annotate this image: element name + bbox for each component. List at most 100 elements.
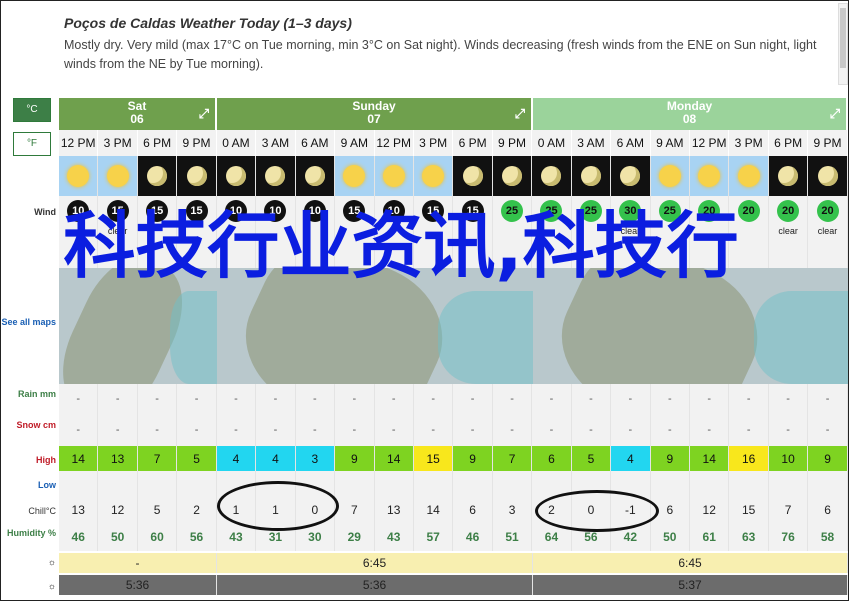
humidity-cell: 57 <box>414 523 454 551</box>
time-cell: 0 AM <box>532 130 572 156</box>
sunrise-time: - <box>59 553 217 573</box>
chill-cell: 2 <box>177 497 217 523</box>
sky-cell <box>808 156 848 196</box>
sky-cell <box>413 156 454 196</box>
cloud-text: clear <box>817 226 838 236</box>
low-temp-cell <box>335 471 375 497</box>
time-cell: 3 PM <box>729 130 769 156</box>
expand-arrows-icon[interactable]: ⤢ <box>515 107 525 120</box>
snow-cell: - <box>256 414 296 446</box>
sky-cell <box>177 156 217 196</box>
rain-cell: - <box>335 384 375 414</box>
rain-cell: - <box>256 384 296 414</box>
chill-cell: 7 <box>769 497 809 523</box>
moon-icon <box>580 166 601 186</box>
sky-cell <box>453 156 493 196</box>
snow-cell: - <box>651 414 690 446</box>
rain-cell: - <box>217 384 257 414</box>
moon-icon <box>265 166 286 186</box>
rain-cell: - <box>611 384 651 414</box>
sunset-icon: ☼ <box>47 581 56 591</box>
forecast-header: Poços de Caldas Weather Today (1–3 days)… <box>1 1 849 93</box>
moon-icon <box>502 166 523 186</box>
expand-arrows-icon[interactable]: ⤢ <box>199 107 209 120</box>
moon-icon <box>225 166 246 186</box>
rain-cell: - <box>375 384 414 414</box>
high-temp-cell: 7 <box>137 446 178 471</box>
time-cell: 9 PM <box>808 130 848 156</box>
sun-icon <box>343 165 366 187</box>
moon-icon <box>304 166 325 186</box>
chill-cell: 6 <box>453 497 493 523</box>
rain-cell: - <box>177 384 217 414</box>
sky-cell <box>256 156 296 196</box>
sky-cell <box>650 156 690 196</box>
chill-cell: 13 <box>59 497 99 523</box>
time-cell: 12 PM <box>690 130 730 156</box>
day-date: 07 <box>367 112 381 126</box>
snow-cell: - <box>453 414 493 446</box>
sky-cell <box>59 156 99 196</box>
chill-row: 13 12 5 2 1 1 0 7 13 14 6 3 2 0 -1 6 12 15 7 6 <box>59 497 848 523</box>
low-temp-cell <box>98 471 138 497</box>
day-date: 08 <box>682 112 697 126</box>
humidity-cell: 76 <box>769 523 809 551</box>
sky-cell <box>216 156 257 196</box>
humidity-cell: 43 <box>375 523 414 551</box>
rain-cell: - <box>493 384 533 414</box>
low-row <box>59 471 848 497</box>
moon-icon <box>817 166 838 186</box>
sky-row <box>59 156 848 196</box>
snow-cell: - <box>217 414 257 446</box>
see-all-maps-link[interactable]: See all maps <box>1 317 59 327</box>
day-header-sat[interactable]: Sat 06 ⤢ <box>59 98 217 130</box>
sky-cell <box>295 156 336 196</box>
watermark-overlay-text: 科技行业资讯,科技行 <box>63 204 739 288</box>
humidity-cell: 58 <box>808 523 848 551</box>
humidity-cell: 50 <box>98 523 138 551</box>
time-cell: 0 AM <box>216 130 257 156</box>
day-header-monday[interactable]: Monday 08 ⤢ <box>533 98 848 130</box>
rain-cell: - <box>59 384 99 414</box>
expand-arrows-icon[interactable]: ⤢ <box>830 107 840 120</box>
snow-label: Snow cm <box>16 420 56 430</box>
time-cell: 6 AM <box>295 130 336 156</box>
moon-icon <box>186 166 207 186</box>
scrollbar[interactable] <box>838 3 848 85</box>
wind-cell: 20 clear <box>808 196 848 268</box>
sky-cell <box>532 156 572 196</box>
snow-cell: - <box>690 414 730 446</box>
high-temp-cell: 4 <box>256 446 296 471</box>
humidity-cell: 46 <box>59 523 99 551</box>
rain-row: -------------------- <box>59 384 848 414</box>
annotation-circle <box>217 481 339 531</box>
sky-cell <box>611 156 651 196</box>
snow-cell: - <box>611 414 651 446</box>
rain-cell: - <box>572 384 612 414</box>
low-temp-cell <box>138 471 178 497</box>
time-cell: 9 PM <box>492 130 533 156</box>
humidity-row: 46 50 60 56 43 31 30 29 43 57 46 51 64 56 42 50 61 63 76 58 <box>59 523 848 551</box>
moon-icon <box>541 166 562 186</box>
row-labels: Wind See all maps Rain mm Snow cm High L… <box>1 1 59 601</box>
snow-cell: - <box>729 414 769 446</box>
sunrise-time: 6:45 <box>533 553 848 573</box>
time-cell: 3 AM <box>256 130 296 156</box>
low-temp-cell <box>493 471 533 497</box>
sun-icon <box>422 165 445 187</box>
humidity-cell: 60 <box>138 523 178 551</box>
high-temp-cell: 7 <box>492 446 533 471</box>
sun-icon <box>106 165 129 187</box>
snow-cell: - <box>493 414 533 446</box>
sunrise-row: -6:45 6:45 <box>59 553 848 573</box>
high-temp-cell: 9 <box>650 446 690 471</box>
low-temp-cell <box>808 471 848 497</box>
time-cell: 6 PM <box>453 130 493 156</box>
snow-cell: - <box>138 414 178 446</box>
chill-cell: 15 <box>729 497 769 523</box>
day-header-sunday[interactable]: Sunday 07 ⤢ <box>217 98 533 130</box>
time-cell: 12 PM <box>374 130 414 156</box>
high-temp-cell: 13 <box>98 446 138 471</box>
high-temp-cell: 10 <box>768 446 809 471</box>
scrollbar-thumb[interactable] <box>840 8 846 68</box>
